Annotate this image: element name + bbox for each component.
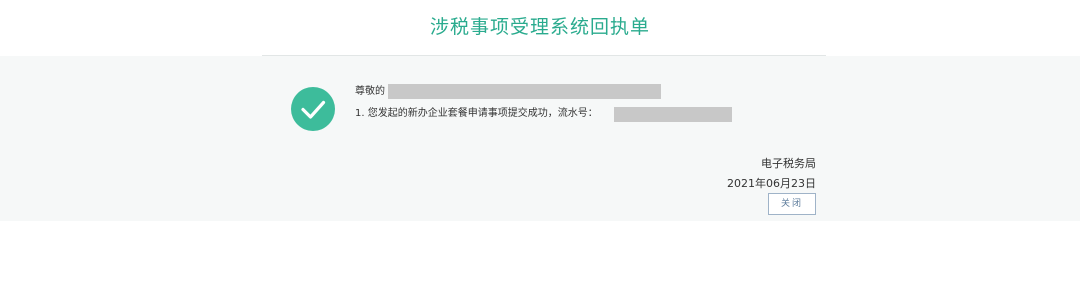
check-circle-icon bbox=[291, 87, 335, 131]
issuer-name: 电子税务局 bbox=[761, 157, 816, 170]
submission-message: 1. 您发起的新办企业套餐申请事项提交成功，流水号： bbox=[355, 108, 598, 119]
receipt-date: 2021年06月23日 bbox=[727, 177, 816, 190]
redacted-recipient bbox=[388, 84, 661, 99]
greeting-text: 尊敬的 bbox=[355, 86, 385, 97]
page-title: 涉税事项受理系统回执单 bbox=[429, 16, 650, 38]
receipt-panel bbox=[0, 56, 1080, 221]
redacted-serial-number bbox=[614, 107, 732, 122]
close-button[interactable]: 关闭 bbox=[768, 193, 816, 215]
